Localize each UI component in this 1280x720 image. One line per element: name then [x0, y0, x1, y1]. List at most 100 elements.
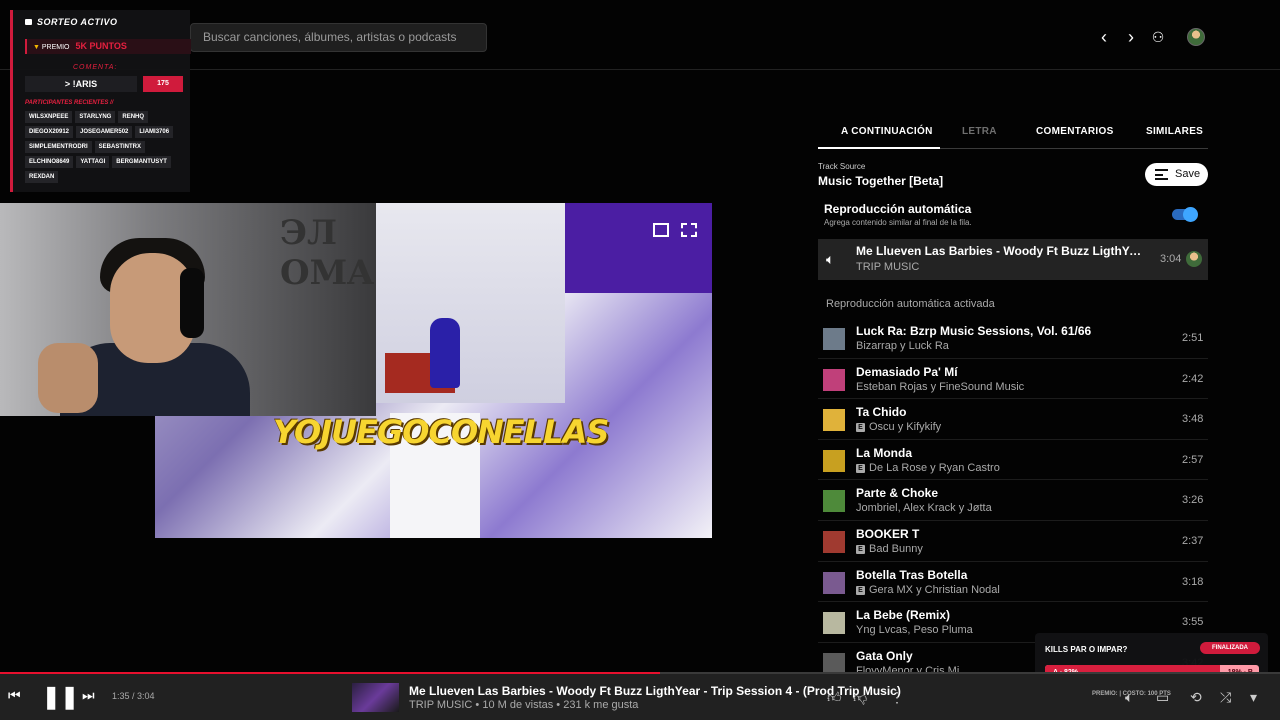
save-label: Save: [1175, 168, 1201, 180]
queue-item[interactable]: Parte & Choke Jombriel, Alex Krack y Jøtt…: [818, 480, 1208, 521]
explicit-icon: E: [856, 544, 865, 554]
queue-artist: Gera MX y Christian Nodal: [869, 583, 1000, 596]
participants-label: PARTICIPANTES RECIENTES //: [25, 100, 114, 106]
like-icon[interactable]: 👍︎: [827, 689, 842, 706]
now-playing-duration: 3:04: [1160, 253, 1182, 265]
speaker-icon: 🔈︎: [826, 251, 835, 267]
participant-chip: STARLYNG: [75, 111, 116, 123]
now-playing-thumbnail[interactable]: [352, 683, 399, 712]
track-source-value: Music Together [Beta]: [818, 174, 944, 188]
queue-artist: Jombriel, Alex Krack y Jøtta: [856, 502, 992, 515]
video-caption: YOJUEGOCONELLAS: [273, 413, 609, 451]
queue-artist-line: Bizarrap y Luck Ra: [856, 340, 949, 352]
queue-thumbnail: [823, 612, 845, 635]
queue-artist: De La Rose y Ryan Castro: [869, 461, 1000, 474]
balloon-letters: ЭЛ OMA: [280, 213, 374, 293]
participant-chip: YATTAGI: [76, 156, 110, 168]
queue-artist: Yng Lvcas, Peso Pluma: [856, 624, 973, 637]
time-display: 1:35 / 3:04: [112, 691, 155, 701]
expand-icon[interactable]: ▾: [1250, 689, 1257, 706]
participant-chip: JOSEGAMER502: [76, 126, 133, 138]
queue-artist: Bizarrap y Luck Ra: [856, 340, 949, 352]
more-options-icon[interactable]: ⋮: [890, 689, 904, 706]
autoplay-subtitle: Agrega contenido similar al final de la …: [824, 218, 972, 227]
headset: [180, 268, 204, 338]
track-source-label: Track Source: [818, 162, 866, 171]
queue-artist-line: E Gera MX y Christian Nodal: [856, 584, 1000, 596]
previous-icon[interactable]: ⏮︎: [8, 687, 21, 704]
chat-icon: [25, 19, 32, 25]
queue-title: La Bebe (Remix): [856, 608, 951, 623]
explicit-icon: E: [856, 463, 865, 473]
back-icon[interactable]: ‹: [1093, 26, 1115, 48]
toggle-knob: [1183, 207, 1198, 222]
active-tab-indicator: [818, 147, 940, 149]
autoplay-toggle[interactable]: [1172, 207, 1198, 222]
trophy-icon: ▼: [33, 44, 40, 51]
queue-item[interactable]: Demasiado Pa' Mí Esteban Rojas y FineSoun…: [818, 359, 1208, 400]
queue-artist-line: E Oscu y Kifykify: [856, 421, 941, 433]
tab-comments[interactable]: COMENTARIOS: [1036, 126, 1114, 137]
dislike-icon[interactable]: 👎︎: [853, 689, 867, 706]
tab-lyrics[interactable]: LETRA: [962, 126, 997, 137]
tab-up-next[interactable]: A CONTINUACIÓN: [841, 126, 933, 137]
queue-thumbnail: [823, 652, 845, 672]
music-together-icon[interactable]: ⚇: [1147, 26, 1169, 48]
shuffle-icon[interactable]: ⤮: [1220, 689, 1231, 706]
queue-duration: 3:55: [1182, 616, 1204, 629]
queue-list: Luck Ra: Bzrp Music Sessions, Vol. 61/66…: [818, 318, 1208, 672]
next-icon[interactable]: ⏭︎: [82, 687, 95, 704]
pause-icon[interactable]: ❚❚: [42, 684, 79, 710]
queue-item[interactable]: Ta Chido E Oscu y Kifykify 3:48: [818, 399, 1208, 440]
miniplayer-icon[interactable]: [653, 223, 669, 237]
search-input[interactable]: Buscar canciones, álbumes, artistas o po…: [190, 23, 487, 52]
queue-item[interactable]: La Monda E De La Rose y Ryan Castro 2:57: [818, 440, 1208, 481]
queue-duration: 3:26: [1182, 494, 1204, 507]
repeat-icon[interactable]: ⟲: [1190, 689, 1202, 706]
poll-footer: PREMIO: | COSTO: 100 PTS: [1092, 691, 1171, 697]
queue-artist-line: E De La Rose y Ryan Castro: [856, 462, 1000, 474]
queue-tabs: A CONTINUACIÓN LETRA COMENTARIOS SIMILAR…: [818, 118, 1208, 149]
queue-thumbnail: [823, 571, 845, 594]
queue-artist-line: FloyyMenor y Cris Mj: [856, 665, 959, 672]
giveaway-title: SORTEO ACTIVO: [25, 17, 118, 27]
queue-item[interactable]: Botella Tras Botella E Gera MX y Christian…: [818, 562, 1208, 603]
queue-artist: Esteban Rojas y FineSound Music: [856, 380, 1025, 393]
queue-item[interactable]: Luck Ra: Bzrp Music Sessions, Vol. 61/66…: [818, 318, 1208, 359]
participants-list: WILSXNPEEE STARLYNG RENHQ DIEGOX20912 JOSEGA…: [25, 111, 191, 183]
now-playing-title: Me Llueven Las Barbies - Woody Ft Buzz L…: [856, 244, 1146, 258]
account-avatar[interactable]: [1187, 28, 1205, 46]
queue-title: Luck Ra: Bzrp Music Sessions, Vol. 61/66: [856, 324, 1092, 338]
queue-artist-line: Jombriel, Alex Krack y Jøtta: [856, 502, 992, 514]
queue-title: BOOKER T: [856, 526, 920, 541]
participant-chip: ELCHINO8649: [25, 156, 74, 168]
participant-chip: SIMPLEMENTRODRI: [25, 141, 92, 153]
participant-chip: RENHQ: [118, 111, 149, 123]
added-by-avatar: [1186, 251, 1202, 267]
now-playing-item[interactable]: 🔈︎ Me Llueven Las Barbies - Woody Ft Buz…: [818, 239, 1208, 280]
fullscreen-icon[interactable]: [681, 223, 697, 237]
queue-artist-line: Esteban Rojas y FineSound Music: [856, 381, 1024, 393]
queue-duration: 2:57: [1182, 453, 1204, 466]
queue-thumbnail: [823, 530, 845, 553]
queue-item[interactable]: BOOKER T E Bad Bunny 2:37: [818, 521, 1208, 562]
queue-title: Gata Only: [856, 648, 913, 663]
comment-label: COMENTA:: [73, 64, 118, 71]
queue-thumbnail: [823, 490, 845, 513]
queue-title: Demasiado Pa' Mí: [856, 364, 958, 379]
save-button[interactable]: Save: [1145, 163, 1208, 186]
queue-title: La Monda: [856, 445, 912, 460]
giveaway-title-text: SORTEO ACTIVO: [37, 17, 118, 27]
giveaway-prize: ▼ PREMIO 5K PUNTOS: [25, 39, 191, 54]
player-bar: ⏮︎ ❚❚ ⏭︎ 1:35 / 3:04 Me Llueven Las Barb…: [0, 674, 1280, 720]
poll-question: KILLS PAR O IMPAR?: [1045, 645, 1128, 654]
tab-related[interactable]: SIMILARES: [1146, 126, 1203, 137]
video-scene-wall: [565, 203, 712, 293]
participant-chip: WILSXNPEEE: [25, 111, 73, 123]
giveaway-overlay: SORTEO ACTIVO ▼ PREMIO 5K PUNTOS COMENTA:…: [10, 10, 191, 192]
player-subtitle: TRIP MUSIC • 10 M de vistas • 231 k me g…: [409, 699, 639, 711]
queue-title: Botella Tras Botella: [856, 567, 968, 582]
queue-thumbnail: [823, 409, 845, 432]
explicit-icon: E: [856, 585, 865, 595]
forward-icon[interactable]: ›: [1120, 26, 1142, 48]
